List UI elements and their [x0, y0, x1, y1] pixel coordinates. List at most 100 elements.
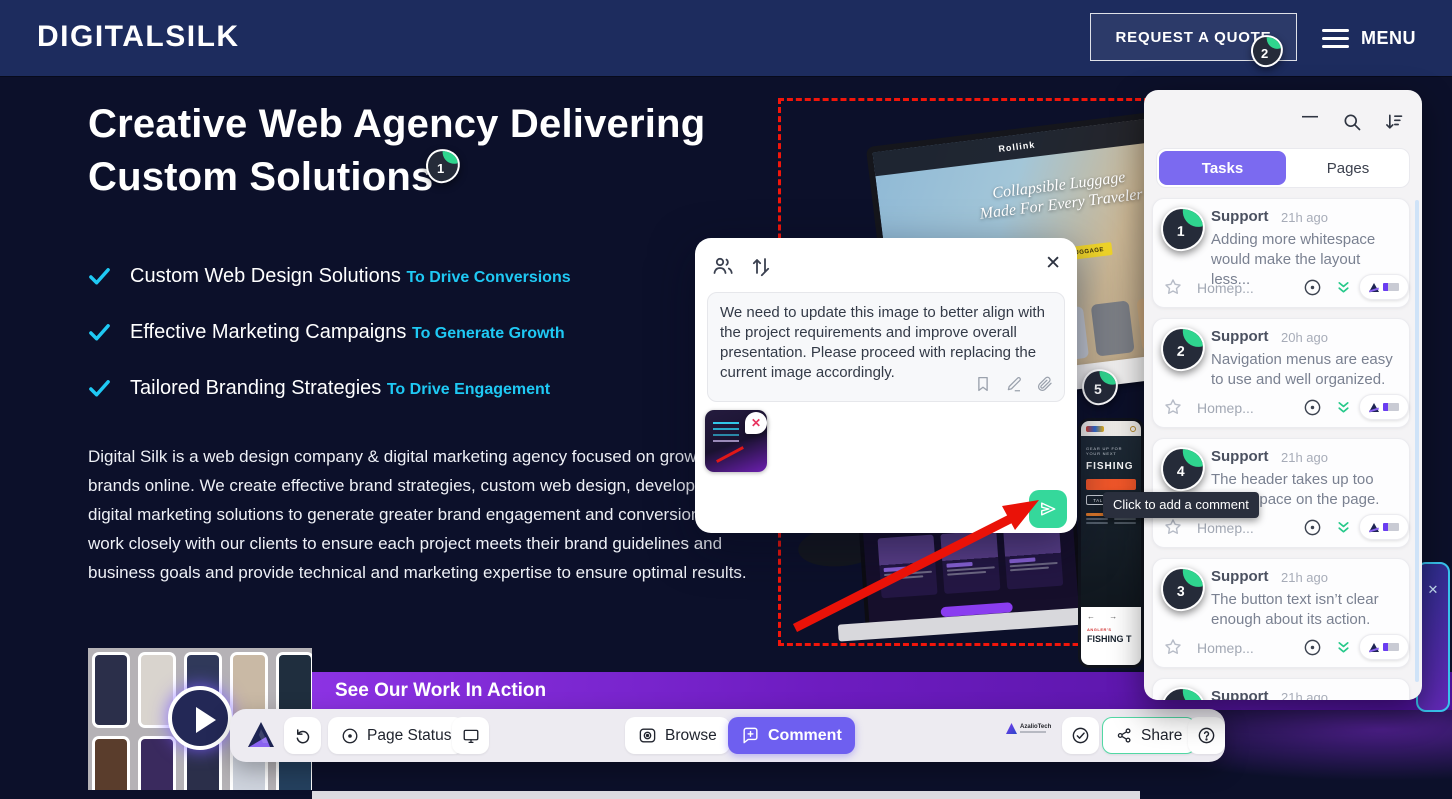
comment-popup: ✕ We need to update this image to better… — [695, 238, 1077, 533]
browse-button[interactable]: Browse — [625, 717, 730, 754]
task-pin[interactable]: 1 — [1160, 206, 1207, 253]
desktop-view-button[interactable] — [452, 717, 489, 754]
question-circle-icon — [1197, 726, 1216, 745]
share-button[interactable]: Share — [1102, 717, 1196, 754]
task-time: 21h ago — [1281, 210, 1328, 225]
assignees-icon[interactable] — [711, 254, 735, 278]
task-pin[interactable]: 2 — [1160, 326, 1207, 373]
atarim-logo-icon[interactable] — [246, 720, 276, 750]
bookmark-icon[interactable] — [974, 375, 992, 393]
checklist-text: Tailored Branding Strategies — [130, 377, 387, 399]
task-time: 20h ago — [1281, 330, 1328, 345]
task-time: 21h ago — [1281, 450, 1328, 465]
browse-label: Browse — [665, 727, 717, 745]
mock-phone-heading: FISHING — [1086, 461, 1136, 472]
mock-site-headline: Collapsible Luggage Made For Every Trave… — [963, 164, 1156, 225]
task-page: Homep... — [1197, 520, 1254, 536]
star-icon[interactable] — [1163, 517, 1183, 537]
check-icon — [88, 265, 111, 288]
client-logo-icon — [1383, 283, 1399, 291]
hamburger-icon[interactable] — [1322, 24, 1349, 53]
remove-attachment-icon[interactable]: ✕ — [745, 412, 767, 434]
task-time: 21h ago — [1281, 690, 1328, 700]
site-navbar: DIGITALSILK REQUEST A QUOTE MENU — [0, 0, 1452, 76]
check-circle-icon — [1071, 726, 1090, 745]
priority-chevrons-icon[interactable] — [1335, 399, 1352, 416]
menu-label: MENU — [1361, 28, 1416, 49]
status-icon[interactable] — [1303, 398, 1322, 417]
assignee-pill[interactable] — [1359, 634, 1409, 660]
task-author: Support — [1211, 448, 1269, 465]
comment-input[interactable]: We need to update this image to better a… — [707, 292, 1065, 402]
tooltip: Click to add a comment — [1103, 492, 1259, 518]
close-icon[interactable]: ✕ — [1045, 252, 1061, 275]
sort-filter-icon[interactable] — [1384, 112, 1404, 132]
sidebar-scrollbar[interactable] — [1415, 200, 1419, 682]
status-icon[interactable] — [1303, 518, 1322, 537]
task-pin[interactable]: 3 — [1160, 566, 1207, 613]
task-author: Support — [1211, 328, 1269, 345]
star-icon[interactable] — [1163, 637, 1183, 657]
send-comment-button[interactable] — [1029, 490, 1067, 528]
priority-chevrons-icon[interactable] — [1335, 279, 1352, 296]
task-page: Homep... — [1197, 640, 1254, 656]
sort-order-icon[interactable] — [749, 254, 773, 278]
star-icon[interactable] — [1163, 277, 1183, 297]
task-card[interactable]: 1 Support 21h ago Adding more whitespace… — [1152, 198, 1410, 308]
comment-text: We need to update this image to better a… — [720, 304, 1045, 381]
task-pin[interactable]: 4 — [1160, 446, 1207, 493]
hero-paragraph: Digital Silk is a web design company & d… — [88, 442, 772, 587]
attachment-paperclip-icon[interactable] — [1036, 375, 1054, 393]
checklist-item: Effective Marketing Campaigns To Generat… — [88, 314, 565, 350]
page-status-button[interactable]: Page Status — [328, 717, 464, 754]
assignee-pill[interactable] — [1359, 394, 1409, 420]
share-icon — [1116, 727, 1133, 744]
task-author: Support — [1211, 208, 1269, 225]
page-bottom-strip — [312, 791, 1140, 799]
menu-group[interactable]: MENU — [1322, 24, 1416, 53]
help-button[interactable] — [1188, 717, 1225, 754]
assignee-pill[interactable] — [1359, 274, 1409, 300]
tab-tasks[interactable]: Tasks — [1159, 151, 1286, 185]
comment-label: Comment — [768, 727, 842, 745]
checklist-highlight: To Drive Conversions — [406, 269, 570, 286]
atarim-logo-icon — [1369, 403, 1379, 412]
phone-mockup-fishing: GEAR UP FOR YOUR NEXT FISHING TALK TO AN… — [1078, 418, 1144, 668]
checklist-text: Effective Marketing Campaigns — [130, 321, 412, 343]
share-label: Share — [1141, 727, 1182, 745]
priority-chevrons-icon[interactable] — [1335, 639, 1352, 656]
star-icon[interactable] — [1163, 397, 1183, 417]
status-icon[interactable] — [1303, 278, 1322, 297]
atarim-logo-icon — [1369, 643, 1379, 652]
mock-phone-footer-title: FISHING T — [1087, 634, 1135, 644]
page-status-label: Page Status — [367, 727, 451, 745]
attached-screenshot-thumbnail[interactable]: ✕ — [705, 410, 767, 472]
task-pin[interactable] — [1160, 686, 1207, 700]
task-text: Navigation menus are easy to use and wel… — [1211, 350, 1403, 390]
comment-plus-icon — [741, 726, 760, 745]
priority-chevrons-icon[interactable] — [1335, 519, 1352, 536]
minimize-icon[interactable]: — — [1302, 108, 1318, 126]
sidebar-tabs: Tasks Pages — [1156, 148, 1410, 188]
task-card[interactable]: 2 Support 20h ago Navigation menus are e… — [1152, 318, 1410, 428]
tab-pages[interactable]: Pages — [1287, 149, 1409, 187]
comment-mode-button[interactable]: Comment — [728, 717, 855, 754]
chat-close-icon[interactable]: ✕ — [1428, 582, 1439, 597]
play-button[interactable] — [168, 686, 232, 750]
task-card[interactable]: Support 21h ago — [1152, 678, 1410, 700]
mock-phone-search-icon — [1130, 426, 1136, 432]
browse-eye-icon — [638, 726, 657, 745]
assignee-pill[interactable] — [1359, 514, 1409, 540]
send-plane-icon — [1038, 499, 1058, 519]
mock-phone-cta — [1086, 479, 1136, 490]
complete-button[interactable] — [1062, 717, 1099, 754]
mock-phone-tagline: GEAR UP FOR YOUR NEXT — [1086, 446, 1136, 456]
edit-pencil-icon[interactable] — [1005, 375, 1023, 393]
status-icon[interactable] — [1303, 638, 1322, 657]
task-card[interactable]: 3 Support 21h ago The button text isn’t … — [1152, 558, 1410, 668]
task-page: Homep... — [1197, 280, 1254, 296]
task-author: Support — [1211, 688, 1269, 700]
search-icon[interactable] — [1342, 112, 1362, 132]
digitalsilk-logo[interactable]: DIGITALSILK — [37, 20, 240, 54]
refresh-button[interactable] — [284, 717, 321, 754]
